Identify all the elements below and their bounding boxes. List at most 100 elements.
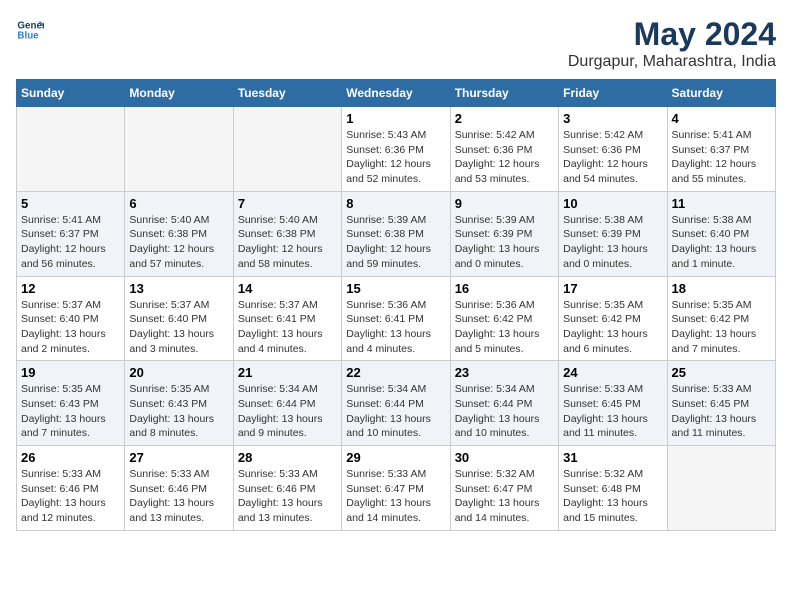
day-number: 23 [455, 365, 554, 380]
calendar-cell: 24 Sunrise: 5:33 AM Sunset: 6:45 PM Dayli… [559, 361, 667, 446]
day-info: Sunrise: 5:38 AM Sunset: 6:40 PM Dayligh… [672, 213, 771, 272]
day-info: Sunrise: 5:34 AM Sunset: 6:44 PM Dayligh… [455, 382, 554, 441]
day-info: Sunrise: 5:33 AM Sunset: 6:46 PM Dayligh… [129, 467, 228, 526]
title-area: May 2024 Durgapur, Maharashtra, India [568, 16, 776, 71]
day-info: Sunrise: 5:41 AM Sunset: 6:37 PM Dayligh… [21, 213, 120, 272]
calendar-cell: 10 Sunrise: 5:38 AM Sunset: 6:39 PM Dayli… [559, 191, 667, 276]
day-info: Sunrise: 5:36 AM Sunset: 6:42 PM Dayligh… [455, 298, 554, 357]
day-number: 7 [238, 196, 337, 211]
day-number: 17 [563, 281, 662, 296]
day-info: Sunrise: 5:37 AM Sunset: 6:40 PM Dayligh… [21, 298, 120, 357]
calendar-cell: 19Sunrise: 5:35 AM Sunset: 6:43 PM Dayli… [17, 361, 125, 446]
calendar-week-row: 5 Sunrise: 5:41 AM Sunset: 6:37 PM Daylig… [17, 191, 776, 276]
day-info: Sunrise: 5:33 AM Sunset: 6:45 PM Dayligh… [563, 382, 662, 441]
day-info: Sunrise: 5:36 AM Sunset: 6:41 PM Dayligh… [346, 298, 445, 357]
calendar-cell [233, 107, 341, 192]
calendar-cell: 7 Sunrise: 5:40 AM Sunset: 6:38 PM Daylig… [233, 191, 341, 276]
day-number: 21 [238, 365, 337, 380]
day-info: Sunrise: 5:41 AM Sunset: 6:37 PM Dayligh… [672, 128, 771, 187]
day-number: 10 [563, 196, 662, 211]
calendar-table: SundayMondayTuesdayWednesdayThursdayFrid… [16, 79, 776, 531]
day-info: Sunrise: 5:35 AM Sunset: 6:42 PM Dayligh… [563, 298, 662, 357]
calendar-cell: 9 Sunrise: 5:39 AM Sunset: 6:39 PM Daylig… [450, 191, 558, 276]
day-info: Sunrise: 5:39 AM Sunset: 6:39 PM Dayligh… [455, 213, 554, 272]
calendar-cell [125, 107, 233, 192]
day-info: Sunrise: 5:33 AM Sunset: 6:47 PM Dayligh… [346, 467, 445, 526]
calendar-cell: 21 Sunrise: 5:34 AM Sunset: 6:44 PM Dayli… [233, 361, 341, 446]
day-number: 16 [455, 281, 554, 296]
calendar-cell: 1Sunrise: 5:43 AM Sunset: 6:36 PM Daylig… [342, 107, 450, 192]
day-number: 31 [563, 450, 662, 465]
day-number: 12 [21, 281, 120, 296]
day-info: Sunrise: 5:33 AM Sunset: 6:45 PM Dayligh… [672, 382, 771, 441]
day-number: 3 [563, 111, 662, 126]
calendar-cell: 29 Sunrise: 5:33 AM Sunset: 6:47 PM Dayli… [342, 446, 450, 531]
calendar-cell: 20 Sunrise: 5:35 AM Sunset: 6:43 PM Dayli… [125, 361, 233, 446]
calendar-cell: 22Sunrise: 5:34 AM Sunset: 6:44 PM Dayli… [342, 361, 450, 446]
calendar-cell: 16 Sunrise: 5:36 AM Sunset: 6:42 PM Dayli… [450, 276, 558, 361]
calendar-cell: 30 Sunrise: 5:32 AM Sunset: 6:47 PM Dayli… [450, 446, 558, 531]
location-title: Durgapur, Maharashtra, India [568, 53, 776, 71]
day-number: 30 [455, 450, 554, 465]
calendar-cell: 28Sunrise: 5:33 AM Sunset: 6:46 PM Dayli… [233, 446, 341, 531]
month-title: May 2024 [568, 16, 776, 53]
svg-text:Blue: Blue [17, 30, 39, 41]
day-number: 11 [672, 196, 771, 211]
calendar-cell: 2 Sunrise: 5:42 AM Sunset: 6:36 PM Daylig… [450, 107, 558, 192]
calendar-cell: 25 Sunrise: 5:33 AM Sunset: 6:45 PM Dayli… [667, 361, 775, 446]
calendar-header-sunday: Sunday [17, 80, 125, 107]
logo: General Blue [16, 16, 44, 44]
day-info: Sunrise: 5:35 AM Sunset: 6:42 PM Dayligh… [672, 298, 771, 357]
day-number: 18 [672, 281, 771, 296]
calendar-header-saturday: Saturday [667, 80, 775, 107]
day-info: Sunrise: 5:32 AM Sunset: 6:48 PM Dayligh… [563, 467, 662, 526]
calendar-header-row: SundayMondayTuesdayWednesdayThursdayFrid… [17, 80, 776, 107]
calendar-header-friday: Friday [559, 80, 667, 107]
calendar-cell: 6 Sunrise: 5:40 AM Sunset: 6:38 PM Daylig… [125, 191, 233, 276]
calendar-week-row: 12 Sunrise: 5:37 AM Sunset: 6:40 PM Dayli… [17, 276, 776, 361]
calendar-cell [17, 107, 125, 192]
day-number: 27 [129, 450, 228, 465]
day-info: Sunrise: 5:42 AM Sunset: 6:36 PM Dayligh… [455, 128, 554, 187]
calendar-cell: 11 Sunrise: 5:38 AM Sunset: 6:40 PM Dayli… [667, 191, 775, 276]
day-number: 13 [129, 281, 228, 296]
calendar-header-thursday: Thursday [450, 80, 558, 107]
calendar-cell: 26Sunrise: 5:33 AM Sunset: 6:46 PM Dayli… [17, 446, 125, 531]
day-number: 28 [238, 450, 337, 465]
day-info: Sunrise: 5:40 AM Sunset: 6:38 PM Dayligh… [129, 213, 228, 272]
day-info: Sunrise: 5:32 AM Sunset: 6:47 PM Dayligh… [455, 467, 554, 526]
logo-icon: General Blue [16, 16, 44, 44]
day-number: 2 [455, 111, 554, 126]
day-number: 9 [455, 196, 554, 211]
day-number: 22 [346, 365, 445, 380]
day-number: 19 [21, 365, 120, 380]
calendar-cell: 12 Sunrise: 5:37 AM Sunset: 6:40 PM Dayli… [17, 276, 125, 361]
day-info: Sunrise: 5:38 AM Sunset: 6:39 PM Dayligh… [563, 213, 662, 272]
day-info: Sunrise: 5:34 AM Sunset: 6:44 PM Dayligh… [238, 382, 337, 441]
day-info: Sunrise: 5:33 AM Sunset: 6:46 PM Dayligh… [21, 467, 120, 526]
calendar-cell: 23 Sunrise: 5:34 AM Sunset: 6:44 PM Dayli… [450, 361, 558, 446]
day-number: 6 [129, 196, 228, 211]
day-info: Sunrise: 5:35 AM Sunset: 6:43 PM Dayligh… [129, 382, 228, 441]
calendar-cell: 27 Sunrise: 5:33 AM Sunset: 6:46 PM Dayli… [125, 446, 233, 531]
calendar-week-row: 1Sunrise: 5:43 AM Sunset: 6:36 PM Daylig… [17, 107, 776, 192]
day-info: Sunrise: 5:42 AM Sunset: 6:36 PM Dayligh… [563, 128, 662, 187]
day-number: 25 [672, 365, 771, 380]
calendar-week-row: 19 Sunrise: 5:35 AM Sunset: 6:43 PM Dayli… [17, 361, 776, 446]
calendar-cell: 4 Sunrise: 5:41 AM Sunset: 6:37 PM Daylig… [667, 107, 775, 192]
calendar-cell: 8 Sunrise: 5:39 AM Sunset: 6:38 PM Daylig… [342, 191, 450, 276]
day-number: 20 [129, 365, 228, 380]
day-info: Sunrise: 5:39 AM Sunset: 6:38 PM Dayligh… [346, 213, 445, 272]
calendar-cell: 31 Sunrise: 5:32 AM Sunset: 6:48 PM Dayli… [559, 446, 667, 531]
day-info: Sunrise: 5:40 AM Sunset: 6:38 PM Dayligh… [238, 213, 337, 272]
day-number: 5 [21, 196, 120, 211]
calendar-cell: 17 Sunrise: 5:35 AM Sunset: 6:42 PM Dayli… [559, 276, 667, 361]
calendar-cell: 18 Sunrise: 5:35 AM Sunset: 6:42 PM Dayli… [667, 276, 775, 361]
calendar-cell: 14Sunrise: 5:37 AM Sunset: 6:41 PM Dayli… [233, 276, 341, 361]
day-number: 4 [672, 111, 771, 126]
calendar-header-monday: Monday [125, 80, 233, 107]
day-number: 8 [346, 196, 445, 211]
calendar-header-tuesday: Tuesday [233, 80, 341, 107]
day-number: 24 [563, 365, 662, 380]
day-number: 29 [346, 450, 445, 465]
